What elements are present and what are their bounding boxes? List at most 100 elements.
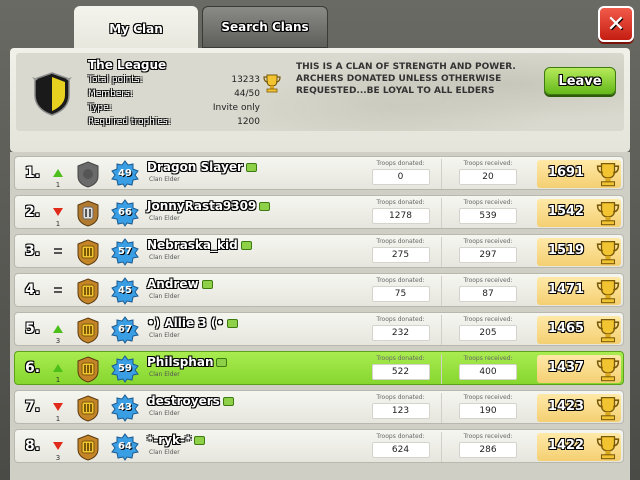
clan-badge-icon (32, 72, 72, 116)
troops-donated-value: 232 (371, 325, 430, 341)
member-name-wrap: JonnyRasta9309 (147, 199, 271, 213)
experience-level: 57 (118, 246, 132, 257)
member-row[interactable]: 1. 1 49 Dragon Slayer Clan Elder Troops … (14, 156, 624, 190)
experience-level-icon: 64 (111, 433, 139, 461)
member-row[interactable]: 7. 1 43 destroyers Clan Elder Troops don… (14, 390, 624, 424)
leave-button[interactable]: Leave (544, 67, 616, 95)
member-row[interactable]: 8. 3 64 *-ryk-* Clan Elder Troops donate… (14, 429, 624, 463)
member-row[interactable]: 3. 57 Nebraska_kid Clan Elder Troops don… (14, 234, 624, 268)
member-rank: 8. (25, 438, 41, 454)
experience-level-icon: 45 (111, 277, 139, 305)
troops-donated: Troops donated: 232 (360, 315, 442, 345)
member-name-wrap: Philsphan (147, 355, 228, 369)
member-rank: 6. (25, 360, 41, 376)
stat-label: Required trophies: (88, 117, 171, 127)
troops-donated: Troops donated: 624 (360, 432, 442, 462)
member-role: Clan Elder (149, 215, 180, 222)
troops-donated-label: Troops donated: (376, 160, 425, 167)
troops-donated-value: 123 (371, 403, 430, 419)
member-name-wrap: destroyers (147, 394, 234, 408)
troops-donated: Troops donated: 1278 (360, 198, 442, 228)
league-badge-icon (75, 238, 101, 266)
stat-label: Members: (88, 89, 133, 99)
close-button[interactable]: ✕ (598, 6, 634, 42)
rank-change-count: 1 (55, 181, 61, 189)
experience-level: 66 (118, 207, 132, 218)
experience-level-icon: 67 (111, 316, 139, 344)
member-row[interactable]: 5. 3 67 •) Allie 3 (• Clan Elder Troops … (14, 312, 624, 346)
chat-icon (245, 163, 257, 172)
experience-level: 45 (118, 285, 132, 296)
member-name-wrap: Nebraska_kid (147, 238, 252, 252)
member-role: Clan Elder (149, 254, 180, 261)
member-list[interactable]: 1. 1 49 Dragon Slayer Clan Elder Troops … (10, 152, 630, 480)
trophy-count: 1542 (537, 199, 621, 227)
rank-change-count: 3 (55, 454, 61, 462)
troops-received: Troops received: 20 (447, 159, 529, 189)
rank-down-icon (53, 208, 63, 216)
troops-donated-label: Troops donated: (376, 199, 425, 206)
chat-icon (226, 319, 238, 328)
stat-required-trophies: Required trophies: 1200 (88, 117, 260, 131)
member-row[interactable]: 2. 1 66 JonnyRasta9309 Clan Elder Troops… (14, 195, 624, 229)
rank-up-icon (53, 364, 63, 372)
member-name: Andrew (147, 277, 199, 291)
troops-received-value: 20 (459, 169, 517, 185)
member-rank: 3. (25, 243, 41, 259)
troops-received: Troops received: 400 (447, 354, 529, 384)
troops-received-value: 205 (459, 325, 517, 341)
troops-donated-value: 624 (371, 442, 430, 458)
troops-donated-value: 522 (371, 364, 430, 380)
league-badge-icon (75, 199, 101, 227)
clan-name: The League (88, 58, 167, 72)
member-name: destroyers (147, 394, 220, 408)
experience-level: 49 (118, 168, 132, 179)
member-name-wrap: Andrew (147, 277, 213, 291)
troops-donated: Troops donated: 522 (360, 354, 442, 384)
member-role: Clan Elder (149, 371, 180, 378)
troops-received-label: Troops received: (463, 238, 513, 245)
troops-received-label: Troops received: (463, 199, 513, 206)
trophy-icon (595, 161, 621, 191)
trophy-icon (595, 395, 621, 425)
trophy-value: 1437 (547, 360, 585, 375)
member-name-wrap: *-ryk-* (147, 433, 206, 447)
member-role: Clan Elder (149, 332, 180, 339)
chat-icon (216, 358, 228, 367)
trophy-icon (595, 317, 621, 347)
troops-received-label: Troops received: (463, 160, 513, 167)
member-row[interactable]: 6. 1 59 Philsphan Clan Elder Troops dona… (14, 351, 624, 385)
stat-value: 44/50 (234, 89, 260, 99)
rank-change: 1 (51, 396, 65, 423)
experience-level-icon: 66 (111, 199, 139, 227)
troops-received-value: 87 (459, 286, 517, 302)
close-x-icon: ✕ (606, 11, 626, 37)
tab-search-clans[interactable]: Search Clans (202, 6, 328, 48)
trophy-count: 1465 (537, 316, 621, 344)
troops-donated-label: Troops donated: (376, 277, 425, 284)
member-name: •) Allie 3 (• (147, 316, 224, 330)
league-badge-icon (75, 394, 101, 422)
troops-received-label: Troops received: (463, 355, 513, 362)
member-row[interactable]: 4. 45 Andrew Clan Elder Troops donated: 7… (14, 273, 624, 307)
league-badge-icon (75, 277, 101, 305)
troops-received-value: 297 (459, 247, 517, 263)
chat-icon (201, 280, 213, 289)
stat-members: Members: 44/50 (88, 89, 260, 103)
rank-change-count: 1 (55, 415, 61, 423)
trophy-value: 1465 (547, 321, 585, 336)
clan-info-inner: The League Total points: 13233 Members: 44… (16, 53, 624, 131)
rank-change: 1 (51, 162, 65, 189)
tab-my-clan[interactable]: My Clan (74, 6, 198, 52)
member-rank: 1. (25, 165, 41, 181)
member-name: *-ryk-* (147, 433, 192, 447)
trophy-count: 1691 (537, 160, 621, 188)
trophy-value: 1691 (547, 165, 585, 180)
chat-icon (222, 397, 234, 406)
troops-donated: Troops donated: 75 (360, 276, 442, 306)
league-badge-icon (75, 355, 101, 383)
troops-received: Troops received: 286 (447, 432, 529, 462)
member-name: Nebraska_kid (147, 238, 238, 252)
troops-received-value: 190 (459, 403, 517, 419)
trophy-icon (595, 434, 621, 464)
